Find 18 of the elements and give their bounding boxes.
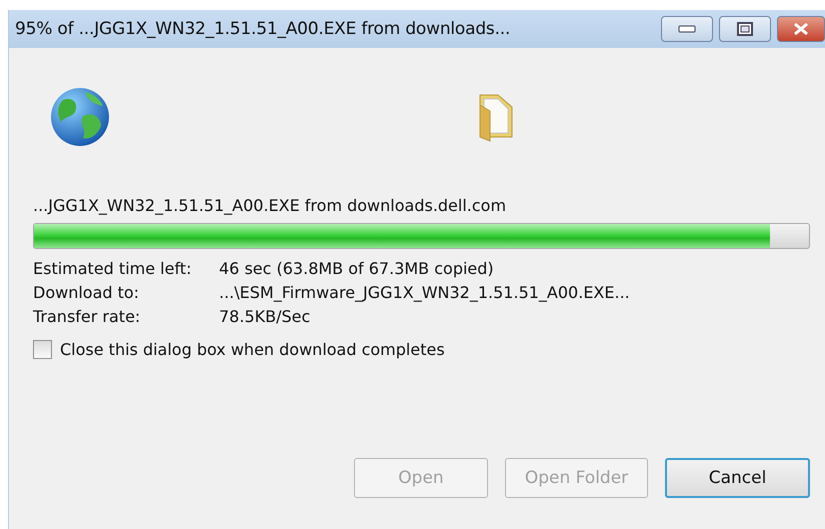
detail-label: Transfer rate:: [33, 307, 142, 326]
maximize-icon: [737, 22, 753, 36]
minimize-button[interactable]: [661, 16, 713, 42]
maximize-button[interactable]: [719, 16, 771, 42]
checkbox[interactable]: [33, 340, 52, 359]
detail-value: 46 sec (63.8MB of 67.3MB copied): [219, 259, 495, 278]
window-title: 95% of ...JGG1X_WN32_1.51.51_A00.EXE from downloads...: [15, 19, 512, 39]
minimize-icon: [678, 25, 696, 33]
download-source: ...JGG1X_WN32_1.51.51_A00.EXE from downloads.dell.com: [33, 196, 508, 215]
detail-label: Estimated time left:: [33, 259, 192, 278]
close-button[interactable]: [777, 16, 825, 42]
detail-value: ...\ESM_Firmware_JGG1X_WN32_1.51.51_A00.EXE...: [219, 283, 631, 302]
detail-value: 78.5KB/Sec: [219, 307, 312, 326]
globe-icon: [49, 86, 111, 148]
dialog-button[interactable]: Cancel: [665, 458, 810, 498]
checkbox-label: Close this dialog box when download completes: [60, 340, 445, 359]
detail-label: Download to:: [33, 283, 140, 302]
close-icon: [793, 22, 809, 36]
